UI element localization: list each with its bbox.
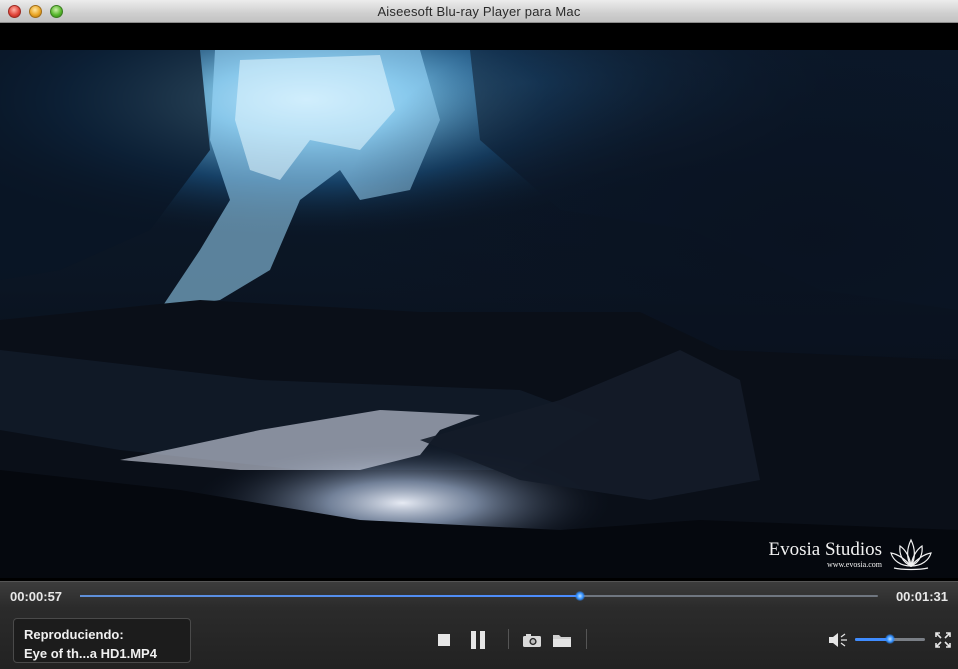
- fullscreen-icon: [935, 632, 951, 648]
- seek-progress: [80, 595, 580, 597]
- video-frame-image: [0, 50, 958, 578]
- now-playing-panel: Reproduciendo: Eye of th...a HD1.MP4: [13, 618, 191, 663]
- now-playing-label: Reproduciendo:: [24, 627, 124, 642]
- title-bar[interactable]: Aiseesoft Blu-ray Player para Mac: [0, 0, 958, 23]
- lotus-icon: [890, 538, 932, 571]
- pause-icon: [471, 631, 485, 649]
- fullscreen-button[interactable]: [934, 631, 952, 649]
- now-playing-filename: Eye of th...a HD1.MP4: [24, 646, 157, 661]
- seek-bar[interactable]: [80, 591, 878, 601]
- total-duration: 00:01:31: [895, 589, 948, 604]
- volume-handle[interactable]: [885, 634, 895, 644]
- watermark-brand: Evosia Studios: [768, 539, 882, 560]
- snapshot-button[interactable]: [521, 630, 543, 650]
- control-separator: [508, 629, 509, 649]
- control-separator: [586, 629, 587, 649]
- video-frame[interactable]: Evosia Studios www.evosia.com: [0, 50, 958, 578]
- current-time: 00:00:57: [10, 589, 63, 604]
- camera-icon: [523, 634, 541, 647]
- speaker-icon: [829, 633, 847, 647]
- open-file-button[interactable]: [551, 630, 573, 650]
- volume-slider[interactable]: [855, 634, 925, 644]
- stop-button[interactable]: [436, 632, 452, 648]
- control-bar: 00:00:57 00:01:31 Reproduciendo: Eye of …: [0, 581, 958, 669]
- stop-icon: [438, 634, 450, 646]
- window-title: Aiseesoft Blu-ray Player para Mac: [377, 4, 581, 19]
- player-window: Aiseesoft Blu-ray Player para Mac Evosia…: [0, 0, 958, 669]
- mute-button[interactable]: [826, 631, 850, 649]
- folder-icon: [553, 635, 571, 647]
- video-watermark: Evosia Studios www.evosia.com: [769, 536, 934, 572]
- video-area[interactable]: Evosia Studios www.evosia.com: [0, 23, 958, 581]
- watermark-url: www.evosia.com: [826, 560, 882, 569]
- pause-button[interactable]: [467, 629, 489, 651]
- seek-handle[interactable]: [574, 591, 585, 601]
